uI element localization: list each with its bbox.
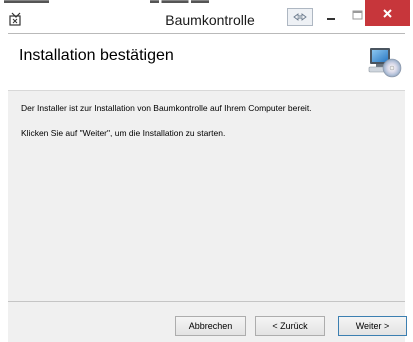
button-bar: Abbrechen < Zurück Weiter > [8, 301, 407, 342]
window-right-border [405, 33, 413, 342]
snap-arrows-icon[interactable] [287, 8, 313, 26]
computer-cd-icon [368, 48, 402, 78]
content-area: Der Installer ist zur Installation von B… [8, 91, 405, 301]
next-button[interactable]: Weiter > [338, 316, 407, 336]
installer-app-icon [9, 12, 21, 26]
close-button[interactable] [365, 0, 410, 26]
window-title: Baumkontrolle [165, 12, 255, 28]
instruction-text: Klicken Sie auf "Weiter", um die Install… [21, 128, 226, 138]
cancel-button[interactable]: Abbrechen [175, 316, 246, 336]
back-button[interactable]: < Zurück [255, 316, 325, 336]
minimize-icon [327, 18, 335, 20]
window-left-border [0, 33, 8, 342]
minimize-button[interactable] [318, 6, 345, 27]
close-icon [383, 9, 392, 18]
title-bar[interactable]: Baumkontrolle [0, 0, 413, 33]
header-banner: Installation bestätigen [8, 33, 405, 91]
ready-text: Der Installer ist zur Installation von B… [21, 103, 312, 113]
installer-window: ▬▬▬▬▬ ▬ ▬▬▬ ▬▬ Baumkontrolle Installatio… [0, 0, 413, 342]
page-title: Installation bestätigen [19, 47, 174, 64]
